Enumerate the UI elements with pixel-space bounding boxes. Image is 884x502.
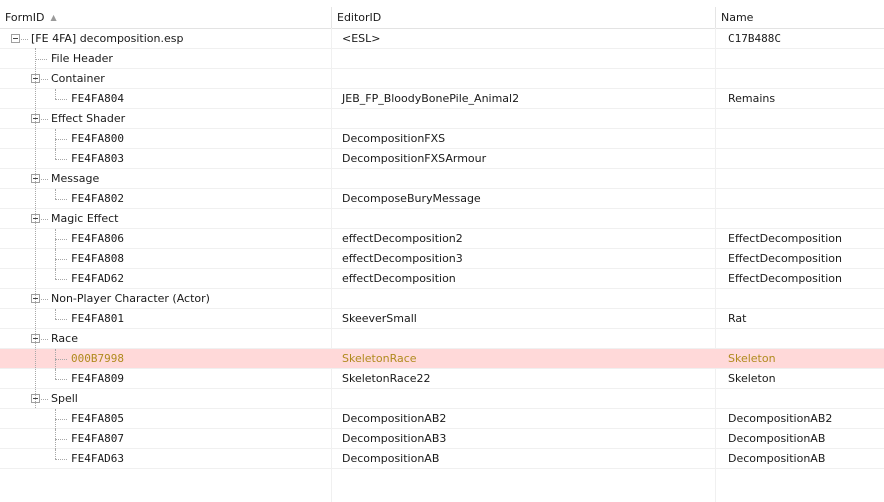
tree-connector (55, 99, 67, 100)
tree-row-group-magic-effect[interactable]: Magic Effect (0, 209, 884, 229)
tree-connector (55, 419, 67, 420)
tree-row-record-selected[interactable]: 000B7998 SkeletonRace Skeleton (0, 349, 884, 369)
tree-connector (55, 149, 56, 159)
tree-row-group-npc[interactable]: Non-Player Character (Actor) (0, 289, 884, 309)
tree-row-record[interactable]: FE4FA809 SkeletonRace22 Skeleton (0, 369, 884, 389)
tree-connector (55, 379, 67, 380)
tree-connector (55, 139, 67, 140)
collapse-icon[interactable] (11, 34, 20, 43)
tree-connector (55, 459, 67, 460)
tree-row-record[interactable]: FE4FA801 SkeeverSmall Rat (0, 309, 884, 329)
column-header-bar: FormID ▲ EditorID Name (0, 7, 884, 29)
tree-row-group-spell[interactable]: Spell (0, 389, 884, 409)
tree-connector (55, 89, 56, 99)
tree-connector (41, 219, 48, 220)
tree-connector (55, 309, 56, 319)
tree-connector (55, 359, 67, 360)
tree-connector (55, 199, 67, 200)
tree-connector (35, 59, 47, 60)
tree-connector (55, 369, 56, 379)
tree-connector (55, 189, 56, 199)
tree-connector (41, 79, 48, 80)
tree-row-record[interactable]: FE4FA807 DecompositionAB3 DecompositionA… (0, 429, 884, 449)
tree-connector (55, 319, 67, 320)
tree-connector (55, 259, 67, 260)
tree-rows: [FE 4FA] decomposition.esp <ESL> C17B488… (0, 29, 884, 469)
tree-row-record[interactable]: FE4FA800 DecompositionFXS (0, 129, 884, 149)
tree-row-record[interactable]: FE4FA808 effectDecomposition3 EffectDeco… (0, 249, 884, 269)
tree-row-record[interactable]: FE4FA804 JEB_FP_BloodyBonePile_Animal2 R… (0, 89, 884, 109)
name-column-header[interactable]: Name (715, 7, 884, 28)
record-tree-view[interactable]: FormID ▲ EditorID Name [FE 4FA] decomposi… (0, 0, 884, 502)
sort-ascending-icon: ▲ (50, 13, 57, 22)
tree-row-plugin-file[interactable]: [FE 4FA] decomposition.esp <ESL> C17B488… (0, 29, 884, 49)
tree-connector (41, 339, 48, 340)
tree-row-group-race[interactable]: Race (0, 329, 884, 349)
editorid-column-header[interactable]: EditorID (331, 7, 715, 28)
tree-connector (55, 439, 67, 440)
tree-connector (21, 39, 28, 40)
tree-row-group-message[interactable]: Message (0, 169, 884, 189)
tree-connector (55, 159, 67, 160)
tree-connector (55, 279, 67, 280)
tree-connector (55, 239, 67, 240)
tree-row-group-container[interactable]: Container (0, 69, 884, 89)
tree-row-record[interactable]: FE4FA806 effectDecomposition2 EffectDeco… (0, 229, 884, 249)
tree-row-record[interactable]: FE4FA802 DecomposeBuryMessage (0, 189, 884, 209)
tree-connector (55, 269, 56, 279)
tree-connector (35, 48, 36, 408)
tree-connector (41, 119, 48, 120)
tree-row-record[interactable]: FE4FA805 DecompositionAB2 DecompositionA… (0, 409, 884, 429)
tree-row-file-header[interactable]: File Header (0, 49, 884, 69)
tree-row-group-effect-shader[interactable]: Effect Shader (0, 109, 884, 129)
tree-connector (41, 179, 48, 180)
formid-column-header[interactable]: FormID ▲ (0, 7, 331, 28)
tree-connector (55, 449, 56, 459)
tree-connector (41, 399, 48, 400)
tree-row-record[interactable]: FE4FAD62 effectDecomposition EffectDecom… (0, 269, 884, 289)
tree-row-record[interactable]: FE4FAD63 DecompositionAB DecompositionAB (0, 449, 884, 469)
tree-row-record[interactable]: FE4FA803 DecompositionFXSArmour (0, 149, 884, 169)
tree-connector (41, 299, 48, 300)
